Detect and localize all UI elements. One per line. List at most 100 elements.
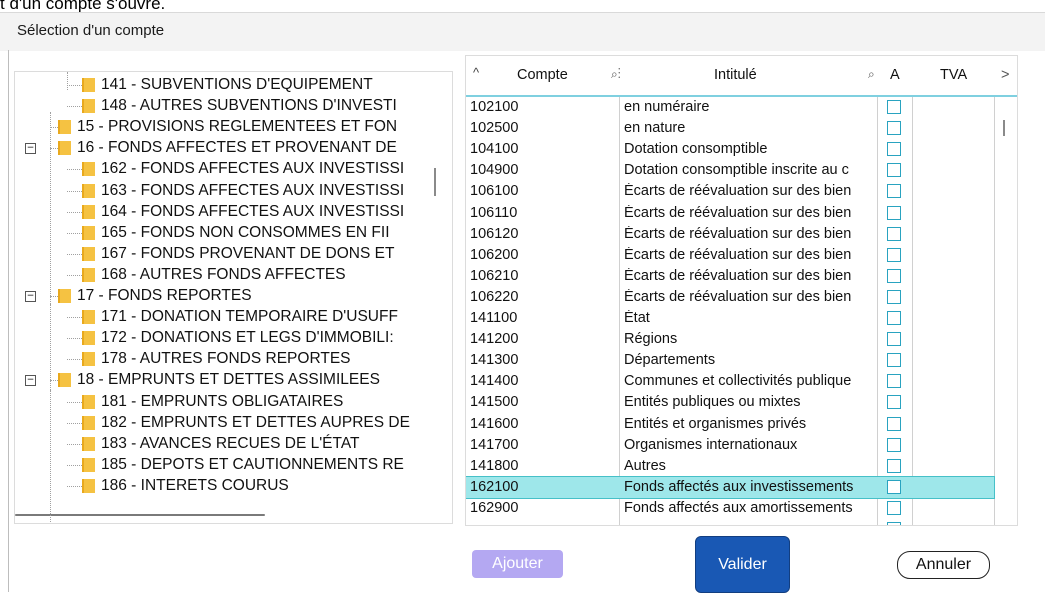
a-checkbox[interactable] (887, 332, 901, 347)
account-tree[interactable]: 141 - SUBVENTIONS D'EQUIPEMENT 148 - AUTR… (14, 71, 453, 524)
grid-row[interactable]: 106100 Écarts de réévaluation sur des bie… (466, 181, 994, 202)
a-checkbox[interactable] (887, 416, 901, 431)
compte-cell: 104900 (470, 162, 519, 179)
grid-row[interactable]: 106220 Écarts de réévaluation sur des bie… (466, 287, 994, 308)
tree-item[interactable]: 141 - SUBVENTIONS D'EQUIPEMENT (82, 75, 373, 95)
folder-icon (82, 183, 95, 198)
a-checkbox[interactable] (887, 437, 901, 452)
a-checkbox[interactable] (887, 311, 901, 325)
tree-item[interactable]: 15 - PROVISIONS REGLEMENTEES ET FON (58, 117, 397, 137)
tree-vertical-scrollbar[interactable] (434, 168, 436, 196)
a-checkbox[interactable] (887, 247, 901, 262)
a-checkbox[interactable] (887, 458, 901, 473)
intitule-cell: Écarts de réévaluation sur des bien (624, 183, 852, 200)
tree-item[interactable]: 164 - FONDS AFFECTES AUX INVESTISSI (82, 202, 404, 222)
intitule-cell: Dotation consomptible (624, 141, 768, 158)
tree-guide-line (50, 148, 58, 150)
tree-item[interactable]: 165 - FONDS NON CONSOMMES EN FII (82, 223, 390, 243)
grid-row[interactable]: 141800 Autres (466, 456, 994, 477)
tree-item[interactable]: 186 - INTERETS COURUS (82, 476, 289, 496)
a-checkbox[interactable] (887, 205, 901, 220)
a-checkbox[interactable] (887, 374, 901, 389)
grid-row[interactable]: 106200 Écarts de réévaluation sur des bie… (466, 245, 994, 266)
tree-item[interactable]: 181 - EMPRUNTS OBLIGATAIRES (82, 392, 343, 412)
tree-item[interactable]: 171 - DONATION TEMPORAIRE D'USUFF (82, 307, 398, 327)
folder-icon (82, 310, 95, 325)
grid-row[interactable]: 102500 en nature (466, 118, 994, 139)
tree-item[interactable]: 163 - FONDS AFFECTES AUX INVESTISSI (82, 181, 404, 201)
grid-row[interactable]: 141600 Entités et organismes privés (466, 414, 994, 435)
grid-row[interactable]: 106210 Écarts de réévaluation sur des bie… (466, 266, 994, 287)
compte-cell: 106110 (470, 204, 518, 221)
tree-item[interactable]: 16 - FONDS AFFECTES ET PROVENANT DE (58, 138, 397, 158)
grid-row[interactable]: 162900 Fonds affectés aux amortissements (466, 498, 994, 519)
tree-horizontal-scrollbar[interactable] (15, 514, 265, 516)
grid-body: 102100 en numéraire 102500 en nature 104100 D… (466, 97, 1017, 525)
tree-item[interactable]: 182 - EMPRUNTS ET DETTES AUPRES DE (82, 413, 410, 433)
tree-item[interactable]: 168 - AUTRES FONDS AFFECTES (82, 265, 346, 285)
ajouter-button[interactable]: Ajouter (472, 550, 563, 578)
grid-row[interactable]: 141300 Départements (466, 350, 994, 371)
compte-cell: 141400 (470, 373, 519, 390)
grid-row-selected[interactable]: 162100 Fonds affectés aux investissements (466, 475, 995, 499)
a-checkbox[interactable] (887, 289, 901, 304)
grid-row[interactable]: 141100 État (466, 308, 994, 329)
a-checkbox[interactable] (887, 268, 901, 283)
a-checkbox[interactable] (887, 479, 901, 494)
grid-row[interactable]: 141200 Régions (466, 329, 994, 350)
a-checkbox[interactable] (887, 142, 901, 157)
compte-cell: 141500 (470, 394, 519, 411)
grid-row[interactable]: 104100 Dotation consomptible (466, 139, 994, 160)
compte-cell: 106200 (470, 246, 519, 263)
compte-cell: 102500 (470, 120, 519, 137)
valider-button[interactable]: Valider (695, 536, 790, 593)
tree-guide-line (50, 112, 51, 332)
a-checkbox[interactable] (887, 163, 901, 178)
tree-item[interactable]: 17 - FONDS REPORTES (58, 286, 252, 306)
a-checkbox[interactable] (887, 121, 901, 136)
tree-item-label: 183 - AVANCES RECUES DE L'ÉTAT (101, 434, 360, 452)
grid-row[interactable]: 104900 Dotation consomptible inscrite au … (466, 160, 994, 181)
a-checkbox[interactable] (887, 500, 901, 515)
tree-item[interactable]: 183 - AVANCES RECUES DE L'ÉTAT (82, 434, 360, 454)
column-header-a[interactable]: A (890, 67, 900, 83)
grid-row[interactable]: 106120 Écarts de réévaluation sur des bie… (466, 224, 994, 245)
grid-row[interactable]: 106110 Écarts de réévaluation sur des bie… (466, 203, 994, 224)
collapse-toggle-icon[interactable]: − (25, 291, 36, 302)
tree-item[interactable]: 18 - EMPRUNTS ET DETTES ASSIMILEES (58, 370, 380, 390)
compte-search-icon[interactable]: ⌕⁝ (611, 67, 621, 82)
tree-guide-line (67, 211, 82, 213)
tree-item[interactable]: 172 - DONATIONS ET LEGS D'IMMOBILI: (82, 328, 394, 348)
folder-icon (58, 373, 71, 388)
column-header-intitule[interactable]: Intitulé (714, 67, 757, 83)
scroll-columns-right-icon[interactable]: > (1001, 67, 1009, 83)
folder-icon (82, 331, 95, 346)
collapse-toggle-icon[interactable]: − (25, 143, 36, 155)
dialog-title: Sélection d'un compte (17, 22, 165, 39)
a-checkbox[interactable] (887, 522, 901, 525)
tree-item[interactable]: 178 - AUTRES FONDS REPORTES (82, 349, 351, 369)
tree-item[interactable]: 167 - FONDS PROVENANT DE DONS ET (82, 244, 394, 264)
a-checkbox[interactable] (887, 395, 901, 410)
column-header-compte[interactable]: Compte (517, 67, 568, 83)
grid-row[interactable]: 102100 en numéraire (466, 97, 994, 118)
a-checkbox[interactable] (887, 353, 901, 368)
intitule-search-icon[interactable]: ⌕ (868, 67, 875, 82)
tree-guide-line (67, 274, 82, 276)
grid-row[interactable]: 141700 Organismes internationaux (466, 435, 994, 456)
sort-up-icon[interactable]: ^ (473, 65, 479, 80)
intitule-cell: Écarts de réévaluation sur des bien (624, 225, 852, 242)
grid-row[interactable]: 141400 Communes et collectivités publique (466, 371, 994, 392)
column-header-tva[interactable]: TVA (940, 67, 967, 83)
a-checkbox[interactable] (887, 226, 901, 241)
tree-item[interactable]: 148 - AUTRES SUBVENTIONS D'INVESTI (82, 96, 397, 116)
tree-item[interactable]: 162 - FONDS AFFECTES AUX INVESTISSI (82, 159, 404, 179)
grid-row[interactable]: 141500 Entités publiques ou mixtes (466, 392, 994, 413)
intitule-cell: Entités publiques ou mixtes (624, 394, 801, 411)
a-checkbox[interactable] (887, 184, 901, 199)
collapse-toggle-icon[interactable]: − (25, 375, 36, 387)
grid-vertical-scrollbar[interactable] (1003, 120, 1005, 136)
a-checkbox[interactable] (887, 100, 901, 114)
annuler-button[interactable]: Annuler (897, 551, 990, 579)
tree-item[interactable]: 185 - DEPOTS ET CAUTIONNEMENTS RE (82, 455, 404, 475)
